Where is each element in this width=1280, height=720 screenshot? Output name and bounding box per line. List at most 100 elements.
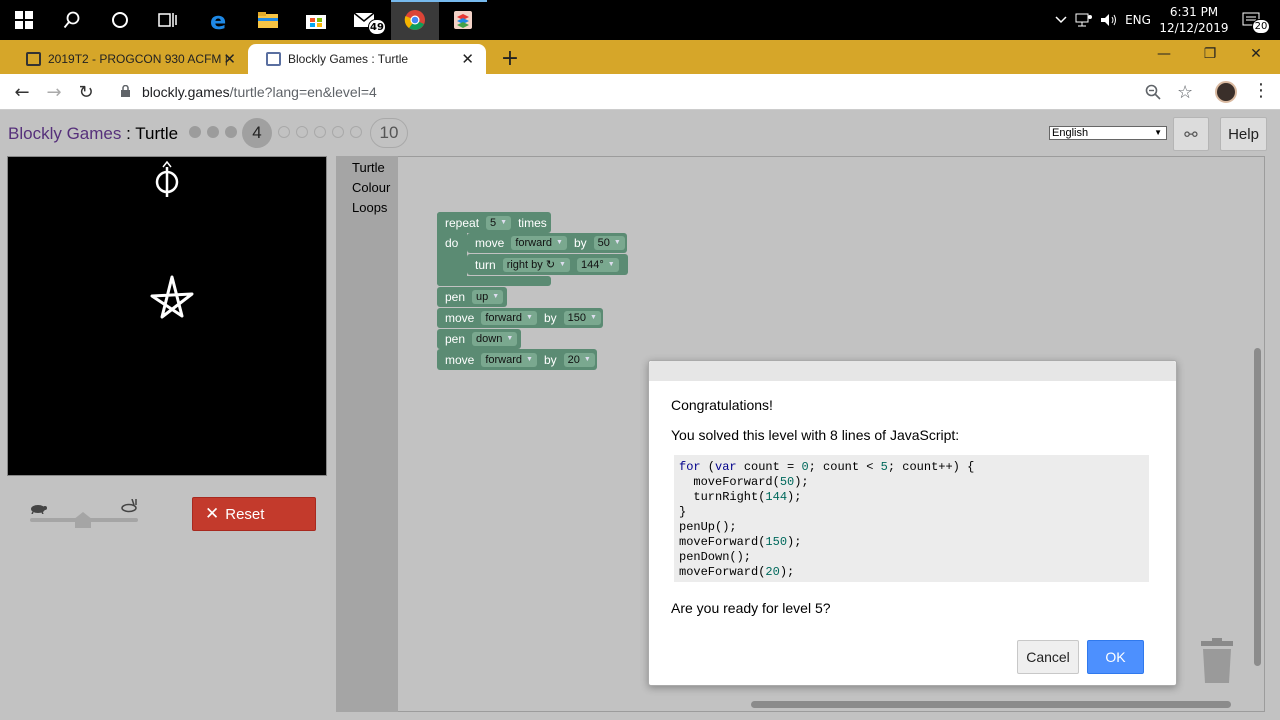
mail-icon[interactable]: 49	[340, 0, 388, 40]
bookmark-star-icon[interactable]: ☆	[1177, 82, 1193, 103]
pen-up-block[interactable]: pen up ▼	[437, 287, 507, 307]
link-button[interactable]: ⚯	[1173, 117, 1209, 151]
app-active-indicator	[439, 0, 487, 2]
close-icon[interactable]: ✕	[461, 44, 474, 74]
notification-badge: 20	[1252, 19, 1270, 34]
cancel-button[interactable]: Cancel	[1017, 640, 1079, 674]
angle-dropdown[interactable]: 144° ▼	[576, 257, 619, 272]
speed-slider-handle[interactable]	[75, 512, 91, 528]
dropdown-arrow-icon: ▼	[556, 239, 563, 246]
svg-text:e: e	[210, 8, 226, 32]
distance-dropdown[interactable]: 150 ▼	[563, 311, 601, 325]
level-dot-7[interactable]	[314, 126, 326, 138]
by-label: by	[573, 236, 587, 250]
blockly-games-link[interactable]: Blockly Games	[8, 124, 121, 143]
close-icon[interactable]: ✕	[223, 44, 236, 74]
app-stack-icon[interactable]	[439, 0, 487, 40]
last-level[interactable]: 10	[370, 118, 408, 148]
menu-kebab-icon[interactable]: ⋮	[1252, 80, 1270, 101]
reset-button[interactable]: ✕ Reset	[192, 497, 316, 531]
repeat-block-footer[interactable]	[437, 276, 551, 286]
distance-dropdown[interactable]: 50 ▼	[593, 236, 625, 250]
game-name: Turtle	[135, 124, 179, 143]
zoom-icon[interactable]	[1145, 84, 1161, 105]
level-dot-2[interactable]	[207, 126, 219, 138]
javascript-code-block: for (var count = 0; count < 5; count++) …	[674, 455, 1149, 582]
ready-text: Are you ready for level 5?	[671, 600, 831, 616]
url-domain: blockly.games	[142, 84, 230, 100]
turn-direction-dropdown[interactable]: right by ↻ ▼	[502, 257, 570, 272]
move-label: move	[445, 352, 475, 367]
code-line-3: turnRight(144);	[679, 490, 802, 504]
chrome-icon[interactable]	[391, 0, 439, 40]
move-forward-50-block[interactable]: move forward ▼ by 50 ▼	[467, 233, 627, 253]
profile-avatar[interactable]	[1215, 81, 1237, 103]
workspace-vertical-scrollbar[interactable]	[1254, 348, 1261, 666]
distance-dropdown[interactable]: 20 ▼	[563, 352, 595, 367]
turn-right-block[interactable]: turn right by ↻ ▼ 144° ▼	[467, 254, 628, 275]
trash-can-icon[interactable]	[1199, 637, 1235, 685]
pen-state-dropdown[interactable]: down ▼	[472, 332, 518, 346]
store-icon[interactable]	[292, 0, 340, 40]
repeat-count: 5	[490, 216, 497, 229]
move-label: move	[475, 236, 505, 250]
level-dot-3[interactable]	[225, 126, 237, 138]
toolbox-category-colour[interactable]: Colour	[352, 180, 390, 195]
window-close-icon[interactable]: ✕	[1233, 40, 1279, 68]
code-line-1: for (var count = 0; count < 5; count++) …	[679, 460, 975, 474]
back-icon[interactable]: ←	[8, 78, 36, 106]
notification-icon[interactable]: 20	[1234, 0, 1270, 40]
language-select[interactable]: English ▼	[1049, 126, 1167, 140]
move-forward-20-block[interactable]: move forward ▼ by 20 ▼	[437, 349, 597, 370]
cortana-icon[interactable]	[96, 0, 144, 40]
toolbox	[336, 156, 398, 712]
level-dot-5[interactable]	[278, 126, 290, 138]
input-language[interactable]: ENG	[1124, 0, 1152, 40]
page-title: Blockly Games : Turtle	[8, 124, 178, 144]
clock[interactable]: 6:31 PM 12/12/2019	[1158, 0, 1230, 40]
minimize-icon[interactable]: —	[1141, 40, 1187, 68]
level-dot-9[interactable]	[350, 126, 362, 138]
direction-dropdown[interactable]: forward ▼	[481, 352, 537, 367]
forward-icon[interactable]: →	[40, 78, 68, 106]
clock-date: 12/12/2019	[1159, 21, 1229, 35]
search-icon[interactable]	[48, 0, 96, 40]
clock-time: 6:31 PM	[1169, 5, 1219, 19]
url-field[interactable]: blockly.games/turtle?lang=en&level=4	[142, 84, 377, 100]
restore-icon[interactable]: ❐	[1187, 40, 1233, 68]
reload-icon[interactable]: ↻	[72, 78, 100, 106]
workspace-horizontal-scrollbar[interactable]	[751, 701, 1231, 708]
tab-blockly-turtle[interactable]: Blockly Games : Turtle ✕	[248, 44, 486, 74]
network-icon[interactable]	[1073, 0, 1095, 40]
tab-progcon[interactable]: 2019T2 - PROGCON 930 ACFM | ✕	[8, 44, 248, 74]
level-dot-1[interactable]	[189, 126, 201, 138]
code-line-4: }	[679, 505, 687, 519]
toolbox-category-loops[interactable]: Loops	[352, 200, 387, 215]
level-dot-8[interactable]	[332, 126, 344, 138]
toolbox-category-turtle[interactable]: Turtle	[352, 160, 385, 175]
file-explorer-icon[interactable]	[244, 0, 292, 40]
pen-down-block[interactable]: pen down ▼	[437, 329, 521, 349]
repeat-count-field[interactable]: 5 ▼	[486, 215, 512, 230]
direction-dropdown[interactable]: forward ▼	[511, 236, 567, 250]
tab-label: Blockly Games : Turtle	[288, 52, 409, 66]
repeat-block[interactable]: repeat 5 ▼ times	[437, 212, 551, 233]
chevron-up-icon[interactable]	[1052, 0, 1070, 40]
ok-button[interactable]: OK	[1087, 640, 1144, 674]
browser-tab-strip: 2019T2 - PROGCON 930 ACFM | ✕ Blockly Ga…	[0, 40, 1280, 74]
rabbit-fast-icon	[120, 498, 140, 518]
distance-value: 150	[567, 312, 587, 324]
volume-icon[interactable]	[1098, 0, 1120, 40]
level-dot-6[interactable]	[296, 126, 308, 138]
dialog-header[interactable]	[649, 361, 1176, 381]
move-forward-150-block[interactable]: move forward ▼ by 150 ▼	[437, 308, 603, 328]
direction-dropdown[interactable]: forward ▼	[481, 311, 537, 325]
code-line-6: moveForward(150);	[679, 535, 802, 549]
pen-state-dropdown[interactable]: up ▼	[472, 290, 504, 304]
help-button[interactable]: Help	[1220, 117, 1267, 151]
windows-start-icon[interactable]	[0, 0, 48, 40]
title-separator: :	[121, 124, 136, 143]
edge-browser-icon[interactable]: e	[196, 0, 244, 40]
task-view-icon[interactable]	[144, 0, 192, 40]
new-tab-icon[interactable]: +	[496, 44, 524, 72]
